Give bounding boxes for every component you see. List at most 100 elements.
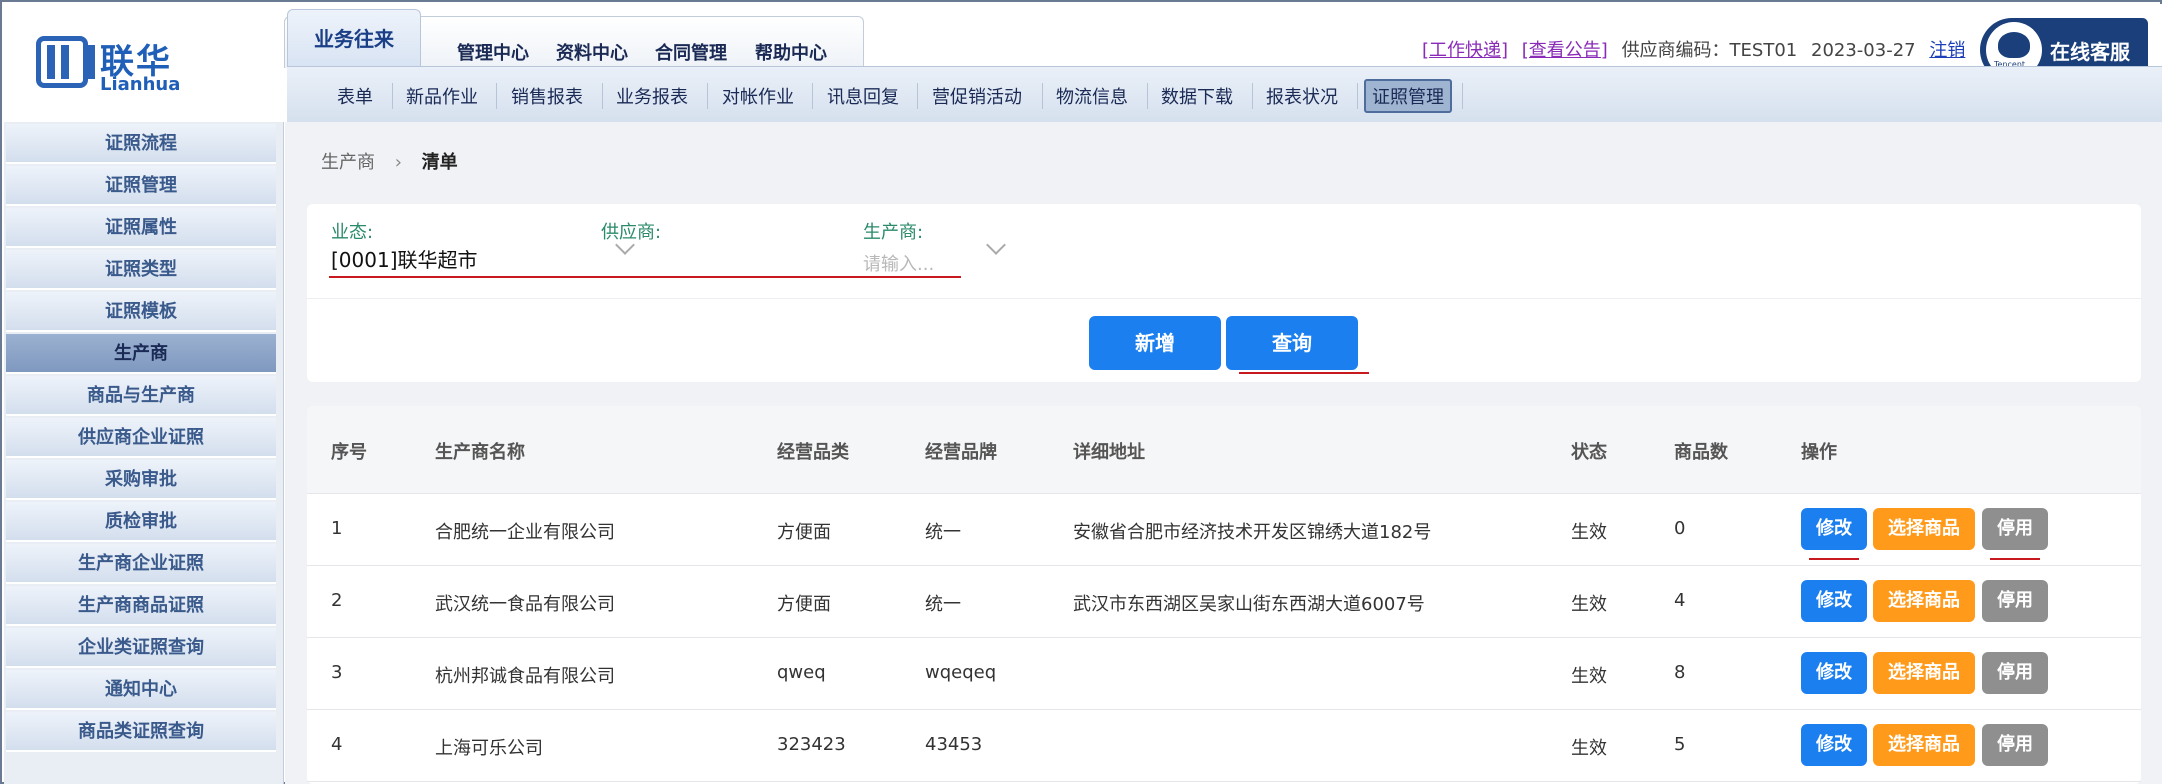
cell-brand: wqeqeq bbox=[925, 662, 997, 683]
subnav-forms[interactable]: 表单 bbox=[337, 83, 373, 109]
disable-button[interactable]: 停用 bbox=[1982, 652, 2048, 694]
sidebar-item-producer-licenses[interactable]: 生产商企业证照 bbox=[6, 544, 276, 584]
cell-address: 武汉市东西湖区吴家山街东西湖大道6007号 bbox=[1073, 594, 1425, 615]
query-button[interactable]: 查询 bbox=[1226, 316, 1358, 370]
sidebar-item-license-templates[interactable]: 证照模板 bbox=[6, 292, 276, 332]
sidebar-item-license-management[interactable]: 证照管理 bbox=[6, 166, 276, 206]
table-row: 3 杭州邦诚食品有限公司 qweq wqeqeq 生效 8 修改 选择商品 停用 bbox=[307, 638, 2141, 710]
edit-button[interactable]: 修改 bbox=[1801, 652, 1867, 694]
subnav-message-reply[interactable]: 讯息回复 bbox=[827, 83, 899, 109]
sidebar-item-producers[interactable]: 生产商 bbox=[6, 334, 276, 374]
sidebar-item-producer-product-licenses[interactable]: 生产商商品证照 bbox=[6, 586, 276, 626]
tab-business[interactable]: 业务往来 bbox=[287, 9, 421, 69]
format-label: 业态: bbox=[331, 222, 374, 243]
sidebar-item-license-types[interactable]: 证照类型 bbox=[6, 250, 276, 290]
producer-table: 序号 生产商名称 经营品类 经营品牌 详细地址 状态 商品数 操作 1 合肥统一… bbox=[307, 406, 2141, 784]
subnav-report-status[interactable]: 报表状况 bbox=[1266, 83, 1338, 109]
sidebar-item-enterprise-license-query[interactable]: 企业类证照查询 bbox=[6, 628, 276, 668]
select-products-button[interactable]: 选择商品 bbox=[1873, 580, 1975, 622]
edit-button[interactable]: 修改 bbox=[1801, 724, 1867, 766]
cell-category: qweq bbox=[777, 662, 826, 683]
sidebar-item-supplier-licenses[interactable]: 供应商企业证照 bbox=[6, 418, 276, 458]
add-button[interactable]: 新增 bbox=[1089, 316, 1221, 370]
subnav-divider bbox=[1042, 83, 1043, 109]
cell-category: 323423 bbox=[777, 734, 846, 755]
subnav-divider bbox=[392, 83, 393, 109]
select-products-button[interactable]: 选择商品 bbox=[1873, 652, 1975, 694]
cell-status: 生效 bbox=[1571, 522, 1607, 543]
sidebar-item-license-attributes[interactable]: 证照属性 bbox=[6, 208, 276, 248]
edit-button[interactable]: 修改 bbox=[1801, 580, 1867, 622]
subnav-promotions[interactable]: 营促销活动 bbox=[932, 83, 1022, 109]
tab-management[interactable]: 管理中心 bbox=[457, 39, 529, 65]
tab-contracts[interactable]: 合同管理 bbox=[655, 39, 727, 65]
subnav-logistics[interactable]: 物流信息 bbox=[1056, 83, 1128, 109]
subnav-divider bbox=[496, 83, 497, 109]
window-frame: 联华 Lianhua 业务往来 管理中心 资料中心 合同管理 帮助中心 [工作快… bbox=[0, 0, 2162, 784]
format-select[interactable]: [0001]联华超市 bbox=[331, 244, 478, 273]
cell-producer-name: 合肥统一企业有限公司 bbox=[435, 522, 615, 543]
cell-product-count: 8 bbox=[1674, 662, 1686, 683]
select-products-button[interactable]: 选择商品 bbox=[1873, 508, 1975, 550]
producer-input[interactable]: 请输入... bbox=[863, 250, 934, 276]
cell-no: 3 bbox=[331, 662, 343, 683]
tab-help[interactable]: 帮助中心 bbox=[755, 39, 827, 65]
cell-product-count: 0 bbox=[1674, 518, 1686, 539]
cell-status: 生效 bbox=[1571, 738, 1607, 759]
logo-en-text: Lianhua bbox=[100, 74, 181, 95]
cell-brand: 统一 bbox=[925, 522, 961, 543]
top-links: [工作快递] [查看公告] 供应商编码：TEST01 2023-03-27 注销 bbox=[1422, 36, 1973, 62]
supplier-label: 供应商: bbox=[601, 222, 662, 243]
subnav-divider bbox=[812, 83, 813, 109]
disable-button[interactable]: 停用 bbox=[1982, 508, 2048, 550]
cell-producer-name: 上海可乐公司 bbox=[435, 738, 543, 759]
subnav-divider bbox=[707, 83, 708, 109]
subnav-divider bbox=[917, 83, 918, 109]
header: 联华 Lianhua 业务往来 管理中心 资料中心 合同管理 帮助中心 [工作快… bbox=[4, 4, 2162, 124]
edit-button[interactable]: 修改 bbox=[1801, 508, 1867, 550]
subnav-sales-report[interactable]: 销售报表 bbox=[511, 83, 583, 109]
disable-button[interactable]: 停用 bbox=[1982, 580, 2048, 622]
breadcrumb-parent[interactable]: 生产商 bbox=[321, 152, 375, 173]
sidebar-item-products-producers[interactable]: 商品与生产商 bbox=[6, 376, 276, 416]
work-express-link[interactable]: [工作快递] bbox=[1422, 40, 1508, 61]
sidebar-item-qc-approval[interactable]: 质检审批 bbox=[6, 502, 276, 542]
header-product-count: 商品数 bbox=[1674, 442, 1728, 463]
cell-producer-name: 杭州邦诚食品有限公司 bbox=[435, 666, 615, 687]
subnav-reconciliation[interactable]: 对帐作业 bbox=[722, 83, 794, 109]
sidebar-item-product-license-query[interactable]: 商品类证照查询 bbox=[6, 712, 276, 752]
annotation-underline bbox=[1239, 372, 1369, 374]
subnav-license-management[interactable]: 证照管理 bbox=[1364, 79, 1452, 113]
cell-category: 方便面 bbox=[777, 594, 831, 615]
filter-panel: 业态: [0001]联华超市 供应商: 生产商: 请输入... 新增 查询 bbox=[307, 204, 2141, 382]
subnav-business-report[interactable]: 业务报表 bbox=[616, 83, 688, 109]
sidebar-item-license-flow[interactable]: 证照流程 bbox=[6, 124, 276, 164]
header-category: 经营品类 bbox=[777, 442, 849, 463]
subnav-data-download[interactable]: 数据下载 bbox=[1161, 83, 1233, 109]
header-actions: 操作 bbox=[1801, 442, 1837, 463]
cell-no: 2 bbox=[331, 590, 343, 611]
sidebar-item-purchase-approval[interactable]: 采购审批 bbox=[6, 460, 276, 500]
sub-navigation: 表单 新品作业 销售报表 业务报表 对帐作业 讯息回复 营促销活动 物流信息 数… bbox=[287, 66, 2162, 124]
logo-mark-icon bbox=[36, 36, 95, 88]
subnav-new-products[interactable]: 新品作业 bbox=[406, 83, 478, 109]
cell-address: 安徽省合肥市经济技术开发区锦绣大道182号 bbox=[1073, 522, 1432, 543]
tab-resources[interactable]: 资料中心 bbox=[556, 39, 628, 65]
logout-link[interactable]: 注销 bbox=[1929, 40, 1965, 61]
select-products-button[interactable]: 选择商品 bbox=[1873, 724, 1975, 766]
cell-product-count: 5 bbox=[1674, 734, 1686, 755]
chevron-down-icon[interactable] bbox=[986, 235, 1006, 255]
header-no: 序号 bbox=[331, 442, 367, 463]
cell-category: 方便面 bbox=[777, 522, 831, 543]
subnav-divider bbox=[602, 83, 603, 109]
cell-no: 1 bbox=[331, 518, 343, 539]
disable-button[interactable]: 停用 bbox=[1982, 724, 2048, 766]
table-row: 1 合肥统一企业有限公司 方便面 统一 安徽省合肥市经济技术开发区锦绣大道182… bbox=[307, 494, 2141, 566]
table-row: 4 上海可乐公司 323423 43453 生效 5 修改 选择商品 停用 bbox=[307, 710, 2141, 782]
view-notice-link[interactable]: [查看公告] bbox=[1522, 40, 1608, 61]
sidebar: 证照流程 证照管理 证照属性 证照类型 证照模板 生产商 商品与生产商 供应商企… bbox=[4, 122, 284, 784]
annotation-underline bbox=[329, 276, 961, 278]
cell-brand: 统一 bbox=[925, 594, 961, 615]
sidebar-item-notification-center[interactable]: 通知中心 bbox=[6, 670, 276, 710]
lianhua-logo: 联华 Lianhua bbox=[34, 34, 184, 98]
